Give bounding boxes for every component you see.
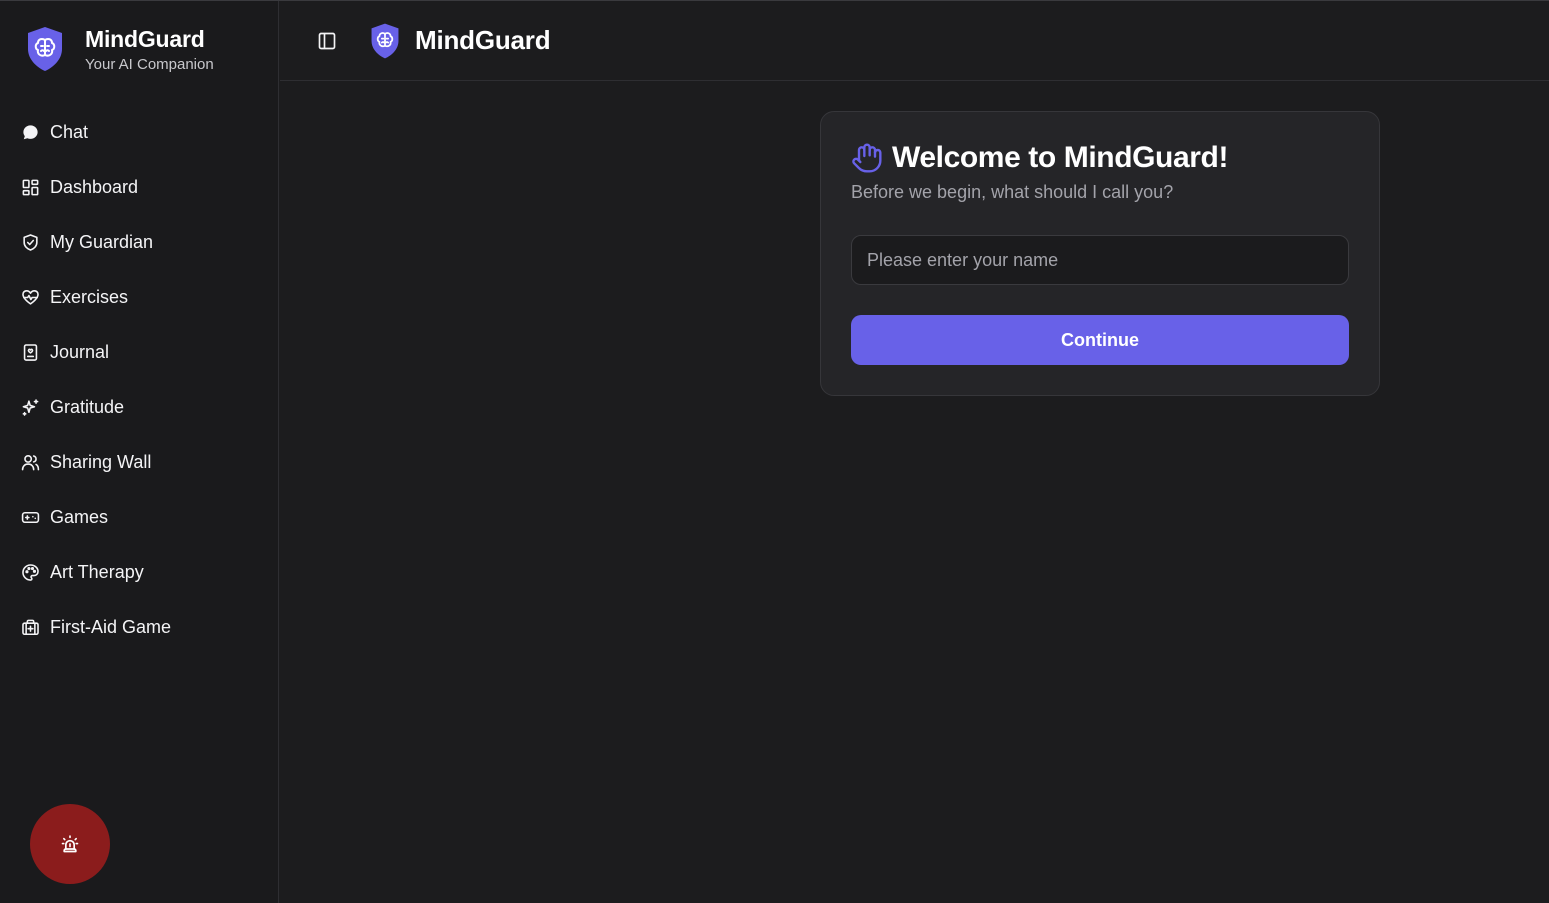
sidebar-item-label: Journal — [50, 342, 110, 362]
sidebar-item-gratitude[interactable]: Gratitude — [0, 380, 278, 435]
emergency-sos-button[interactable] — [30, 804, 110, 884]
layout-dashboard-icon — [20, 178, 40, 198]
brand: MindGuard Your AI Companion — [24, 25, 214, 75]
brand-subtitle: Your AI Companion — [85, 56, 214, 73]
sidebar-item-label: Games — [50, 507, 109, 527]
sidebar-item-my-guardian[interactable]: My Guardian — [0, 215, 278, 270]
users-icon — [20, 453, 40, 473]
siren-icon — [61, 835, 79, 853]
name-input[interactable] — [851, 235, 1349, 285]
welcome-subtitle: Before we begin, what should I call you? — [851, 182, 1174, 202]
header-title: MindGuard — [415, 25, 551, 55]
sidebar-item-label: Chat — [50, 122, 89, 142]
sidebar-item-label: First-Aid Game — [50, 617, 172, 637]
brain-shield-icon — [28, 27, 62, 71]
sidebar-item-label: Exercises — [50, 287, 129, 307]
sidebar-item-art-therapy[interactable]: Art Therapy — [0, 545, 278, 600]
welcome-card: Welcome to MindGuard! Before we begin, w… — [820, 111, 1380, 396]
sidebar-item-label: Sharing Wall — [50, 452, 152, 472]
sidebar-item-games[interactable]: Games — [0, 490, 278, 545]
palette-icon — [20, 563, 40, 583]
heart-pulse-icon — [20, 288, 40, 308]
sidebar-item-label: Art Therapy — [50, 562, 144, 582]
notebook-icon — [20, 343, 40, 363]
sidebar-item-first-aid-game[interactable]: First-Aid Game — [0, 600, 278, 655]
brand-title: MindGuard — [85, 26, 205, 52]
first-aid-kit-icon — [20, 618, 40, 638]
message-circle-icon — [20, 123, 40, 143]
sidebar-item-journal[interactable]: Journal — [0, 325, 278, 380]
sidebar-item-chat[interactable]: Chat — [0, 105, 278, 160]
sidebar: MindGuard Your AI Companion Chat Dashboa… — [0, 1, 279, 903]
continue-button[interactable]: Continue — [851, 315, 1349, 365]
gamepad-icon — [20, 508, 40, 528]
brain-shield-icon — [371, 23, 399, 59]
sidebar-nav: Chat Dashboard My Guardian Exercises Jou… — [0, 105, 278, 655]
sidebar-toggle-button[interactable] — [316, 30, 338, 52]
sidebar-item-sharing-wall[interactable]: Sharing Wall — [0, 435, 278, 490]
welcome-title: Welcome to MindGuard! — [892, 141, 1229, 174]
panel-left-icon — [318, 32, 336, 50]
hand-wave-icon — [852, 143, 882, 173]
sidebar-item-label: My Guardian — [50, 232, 154, 252]
sparkles-icon — [20, 398, 40, 418]
sidebar-item-dashboard[interactable]: Dashboard — [0, 160, 278, 215]
top-header: MindGuard — [280, 1, 1549, 81]
sidebar-item-label: Dashboard — [50, 177, 139, 197]
shield-check-icon — [20, 233, 40, 253]
sidebar-item-label: Gratitude — [50, 397, 125, 417]
sidebar-item-exercises[interactable]: Exercises — [0, 270, 278, 325]
